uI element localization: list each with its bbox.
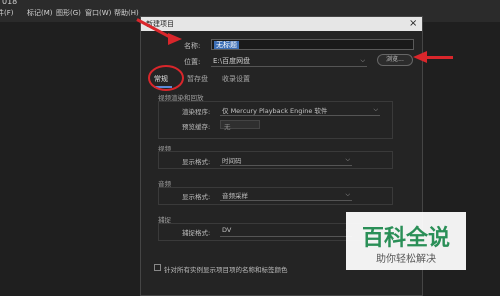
show-names-checkbox[interactable]: [154, 264, 161, 271]
dialog-titlebar: 新建项目 ×: [141, 17, 422, 31]
browse-button[interactable]: 浏览...: [377, 54, 413, 66]
menu-help[interactable]: 帮助(H): [114, 8, 139, 18]
watermark-subtitle: 助你轻松解决: [376, 254, 436, 265]
watermark: 百科全说 助你轻松解决: [346, 212, 466, 270]
menu-file[interactable]: 文件(F): [0, 8, 14, 18]
renderer-select[interactable]: 仅 Mercury Playback Engine 软件 ⌵: [220, 105, 380, 116]
capture-format-label: 捕捉格式:: [182, 229, 211, 237]
watermark-title: 百科全说: [361, 226, 450, 251]
annotation-arrowhead-name: [168, 33, 182, 45]
annotation-arrowhead-browse: [413, 51, 427, 63]
capture-format-value: DV: [222, 226, 232, 234]
menu-marker[interactable]: 标记(M): [27, 8, 53, 18]
location-value: E:\百度网盘: [213, 57, 251, 65]
video-display-format-value: 时间码: [222, 157, 242, 165]
annotation-circle-general-tab: [148, 65, 184, 91]
audio-display-format-select[interactable]: 音频采样 ⌵: [220, 190, 352, 201]
audio-display-format-value: 音频采样: [222, 192, 248, 200]
project-name-value: 无标题: [214, 41, 239, 49]
chevron-down-icon: ⌵: [360, 57, 365, 64]
chevron-down-icon: ⌵: [373, 106, 378, 113]
preview-cache-select[interactable]: 无: [220, 120, 260, 131]
menu-window[interactable]: 窗口(W): [85, 8, 111, 18]
capture-format-select[interactable]: DV ⌵: [220, 226, 352, 237]
name-label: 名称:: [184, 42, 201, 50]
location-select[interactable]: E:\百度网盘 ⌵: [211, 55, 367, 67]
location-label: 位置:: [184, 58, 201, 66]
tab-scratch-disks[interactable]: 暂存盘: [187, 74, 208, 84]
close-icon[interactable]: ×: [409, 17, 417, 31]
app-title: 018: [2, 0, 18, 6]
preview-cache-value: 无: [224, 123, 231, 131]
annotation-arrow-line-browse: [425, 56, 453, 59]
video-display-format-select[interactable]: 时间码 ⌵: [220, 155, 352, 166]
project-name-input[interactable]: 无标题: [211, 39, 414, 50]
menu-graphics[interactable]: 图形(G): [56, 8, 81, 18]
audio-display-format-label: 显示格式:: [182, 193, 211, 201]
preview-cache-label: 预览缓存:: [182, 123, 211, 131]
show-names-label: 针对所有实例显示项目项的名称和标签颜色: [164, 266, 288, 274]
chevron-down-icon: ⌵: [345, 191, 350, 198]
chevron-down-icon: ⌵: [345, 156, 350, 163]
renderer-value: 仅 Mercury Playback Engine 软件: [222, 107, 328, 115]
video-display-format-label: 显示格式:: [182, 158, 211, 166]
renderer-label: 渲染程序:: [182, 108, 211, 116]
tab-ingest-settings[interactable]: 收录设置: [222, 74, 250, 84]
